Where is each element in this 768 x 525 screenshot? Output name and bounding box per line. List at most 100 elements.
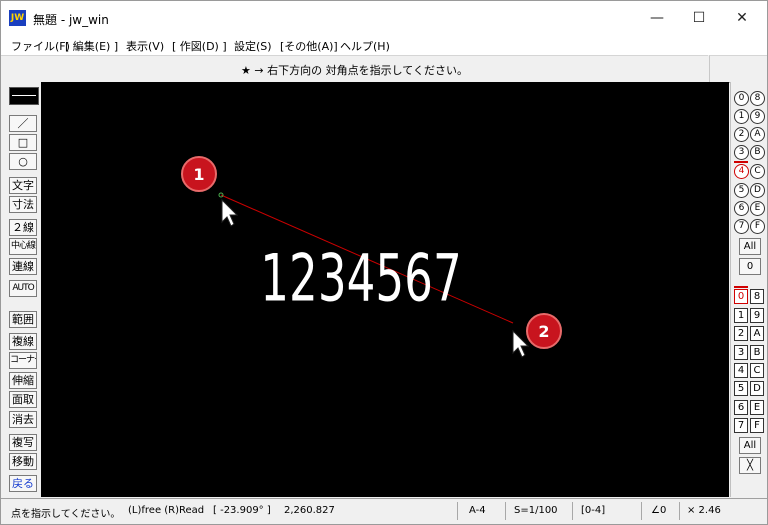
status-mouse-mode: (L)free (R)Read — [128, 505, 205, 516]
close-button[interactable]: ✕ — [719, 1, 765, 35]
tool-connect-line[interactable]: 連線 — [9, 258, 37, 275]
tool-line[interactable]: ／ — [9, 115, 37, 132]
layer-5[interactable]: 5 — [734, 381, 748, 396]
line-type-swatch[interactable] — [9, 87, 39, 105]
tool-chamfer[interactable]: 面取 — [9, 391, 37, 408]
status-scale[interactable]: S=1/100 — [514, 505, 558, 516]
layer-7[interactable]: 7 — [734, 418, 748, 433]
status-separator — [572, 502, 573, 520]
layer-e[interactable]: E — [750, 400, 764, 415]
layer-group-a[interactable]: A — [750, 127, 765, 142]
layer-2[interactable]: 2 — [734, 326, 748, 341]
status-paper-size[interactable]: A-4 — [469, 505, 486, 516]
maximize-button[interactable]: ☐ — [676, 1, 722, 35]
tool-stretch[interactable]: 伸縮 — [9, 372, 37, 389]
layer-group-4-active[interactable]: 4 — [734, 164, 749, 179]
step-marker-1: 1 — [181, 156, 217, 192]
drawn-text[interactable]: 1234567 — [260, 241, 461, 316]
cursor-arrow-icon — [221, 198, 239, 227]
tool-text[interactable]: 文字 — [9, 177, 37, 194]
menu-view[interactable]: 表示(V) — [126, 38, 164, 54]
tool-copy[interactable]: 複写 — [9, 434, 37, 451]
layer-group-e[interactable]: E — [750, 201, 765, 216]
tool-double-line[interactable]: ２線 — [9, 219, 37, 236]
layer-group-2[interactable]: 2 — [734, 127, 749, 142]
tool-range[interactable]: 範囲 — [9, 311, 37, 328]
minimize-button[interactable]: — — [634, 1, 680, 35]
layer-group-b[interactable]: B — [750, 145, 765, 160]
active-group-indicator — [734, 161, 748, 163]
layer-group-c[interactable]: C — [750, 164, 765, 179]
tool-dimension[interactable]: 寸法 — [9, 196, 37, 213]
status-hint: 点を指示してください。 — [11, 509, 121, 520]
step-marker-2-label: 2 — [538, 322, 549, 341]
layer-a[interactable]: A — [750, 326, 764, 341]
status-separator — [457, 502, 458, 520]
layer-8[interactable]: 8 — [750, 289, 764, 304]
tool-move[interactable]: 移動 — [9, 453, 37, 470]
tool-circle[interactable]: ○ — [9, 153, 37, 170]
layer-6[interactable]: 6 — [734, 400, 748, 415]
layer-group-8[interactable]: 8 — [750, 91, 765, 106]
layer-group-d[interactable]: D — [750, 183, 765, 198]
menu-edit[interactable]: [ 編集(E) ] — [65, 38, 118, 54]
drawing-canvas[interactable]: 1234567 1 2 — [41, 82, 729, 497]
tool-auto[interactable]: AUTO — [9, 280, 37, 297]
layer-group-f[interactable]: F — [750, 219, 765, 234]
layer-c[interactable]: C — [750, 363, 764, 378]
layer-b[interactable]: B — [750, 345, 764, 360]
menu-settings[interactable]: 設定(S) — [234, 38, 272, 54]
layer-group-1[interactable]: 1 — [734, 109, 749, 124]
tool-offset[interactable]: 複線 — [9, 333, 37, 350]
cursor-arrow-icon — [512, 329, 530, 358]
layer-group-0[interactable]: 0 — [734, 91, 749, 106]
layer-3[interactable]: 3 — [734, 345, 748, 360]
menu-bar: ファイル(F) [ 編集(E) ] 表示(V) [ 作図(D) ] 設定(S) … — [1, 35, 767, 55]
status-angle: [ -23.909° ] — [213, 505, 271, 516]
layer-9[interactable]: 9 — [750, 308, 764, 323]
layer-group-9[interactable]: 9 — [750, 109, 765, 124]
layer-f[interactable]: F — [750, 418, 764, 433]
layer-group-5[interactable]: 5 — [734, 183, 749, 198]
menu-other[interactable]: [その他(A)] — [280, 38, 338, 54]
layer-cross-button[interactable]: ╳ — [739, 457, 761, 474]
tool-erase[interactable]: 消去 — [9, 411, 37, 428]
status-separator — [641, 502, 642, 520]
layer-group-7[interactable]: 7 — [734, 219, 749, 234]
tool-center-line[interactable]: 中心線 — [9, 238, 37, 255]
status-separator — [679, 502, 680, 520]
status-zoom[interactable]: × 2.46 — [687, 505, 721, 516]
title-bar: JW 無題 - jw_win — ☐ ✕ — [1, 1, 767, 35]
status-bar: 点を指示してください。 (L)free (R)Read [ -23.909° ]… — [1, 498, 767, 524]
status-layer[interactable]: [0-4] — [581, 505, 605, 516]
menu-file[interactable]: ファイル(F) — [11, 38, 70, 54]
step-marker-2: 2 — [526, 313, 562, 349]
tool-corner[interactable]: コーナー — [9, 352, 37, 369]
jw-win-window: JW 無題 - jw_win — ☐ ✕ ファイル(F) [ 編集(E) ] 表… — [0, 0, 768, 525]
canvas-svg: 1234567 1 2 — [181, 156, 562, 358]
layer-group-all-button[interactable]: All — [739, 238, 761, 255]
layer-0-active[interactable]: 0 — [734, 289, 748, 304]
message-bar: ★ → 右下方向の 対角点を指示してください。 — [1, 55, 708, 83]
layer-d[interactable]: D — [750, 381, 764, 396]
tool-rectangle[interactable]: □ — [9, 134, 37, 151]
layer-group-6[interactable]: 6 — [734, 201, 749, 216]
layer-group-3[interactable]: 3 — [734, 145, 749, 160]
message-bar-right-box — [709, 55, 767, 83]
layer-1[interactable]: 1 — [734, 308, 748, 323]
active-layer-indicator — [734, 286, 748, 288]
left-toolbar: ／ □ ○ 文字 寸法 ２線 中心線 連線 AUTO 範囲 複線 コーナー 伸縮… — [1, 82, 41, 497]
instruction-message: ★ → 右下方向の 対角点を指示してください。 — [241, 64, 468, 77]
menu-help[interactable]: ヘルプ(H) — [340, 38, 390, 54]
step-marker-1-label: 1 — [193, 165, 204, 184]
tool-undo[interactable]: 戻る — [9, 475, 37, 492]
layer-panel: 0 8 1 9 2 A 3 B 4 C 5 D 6 E 7 F All 0 0 … — [730, 82, 767, 497]
menu-draw[interactable]: [ 作図(D) ] — [172, 38, 227, 54]
layer-all-button[interactable]: All — [739, 437, 761, 454]
status-length: 2,260.827 — [284, 505, 335, 516]
layer-group-zero-button[interactable]: 0 — [739, 258, 761, 275]
app-icon: JW — [9, 10, 26, 26]
status-angle-setting[interactable]: ∠0 — [651, 505, 666, 516]
layer-4[interactable]: 4 — [734, 363, 748, 378]
window-title: 無題 - jw_win — [33, 13, 109, 27]
